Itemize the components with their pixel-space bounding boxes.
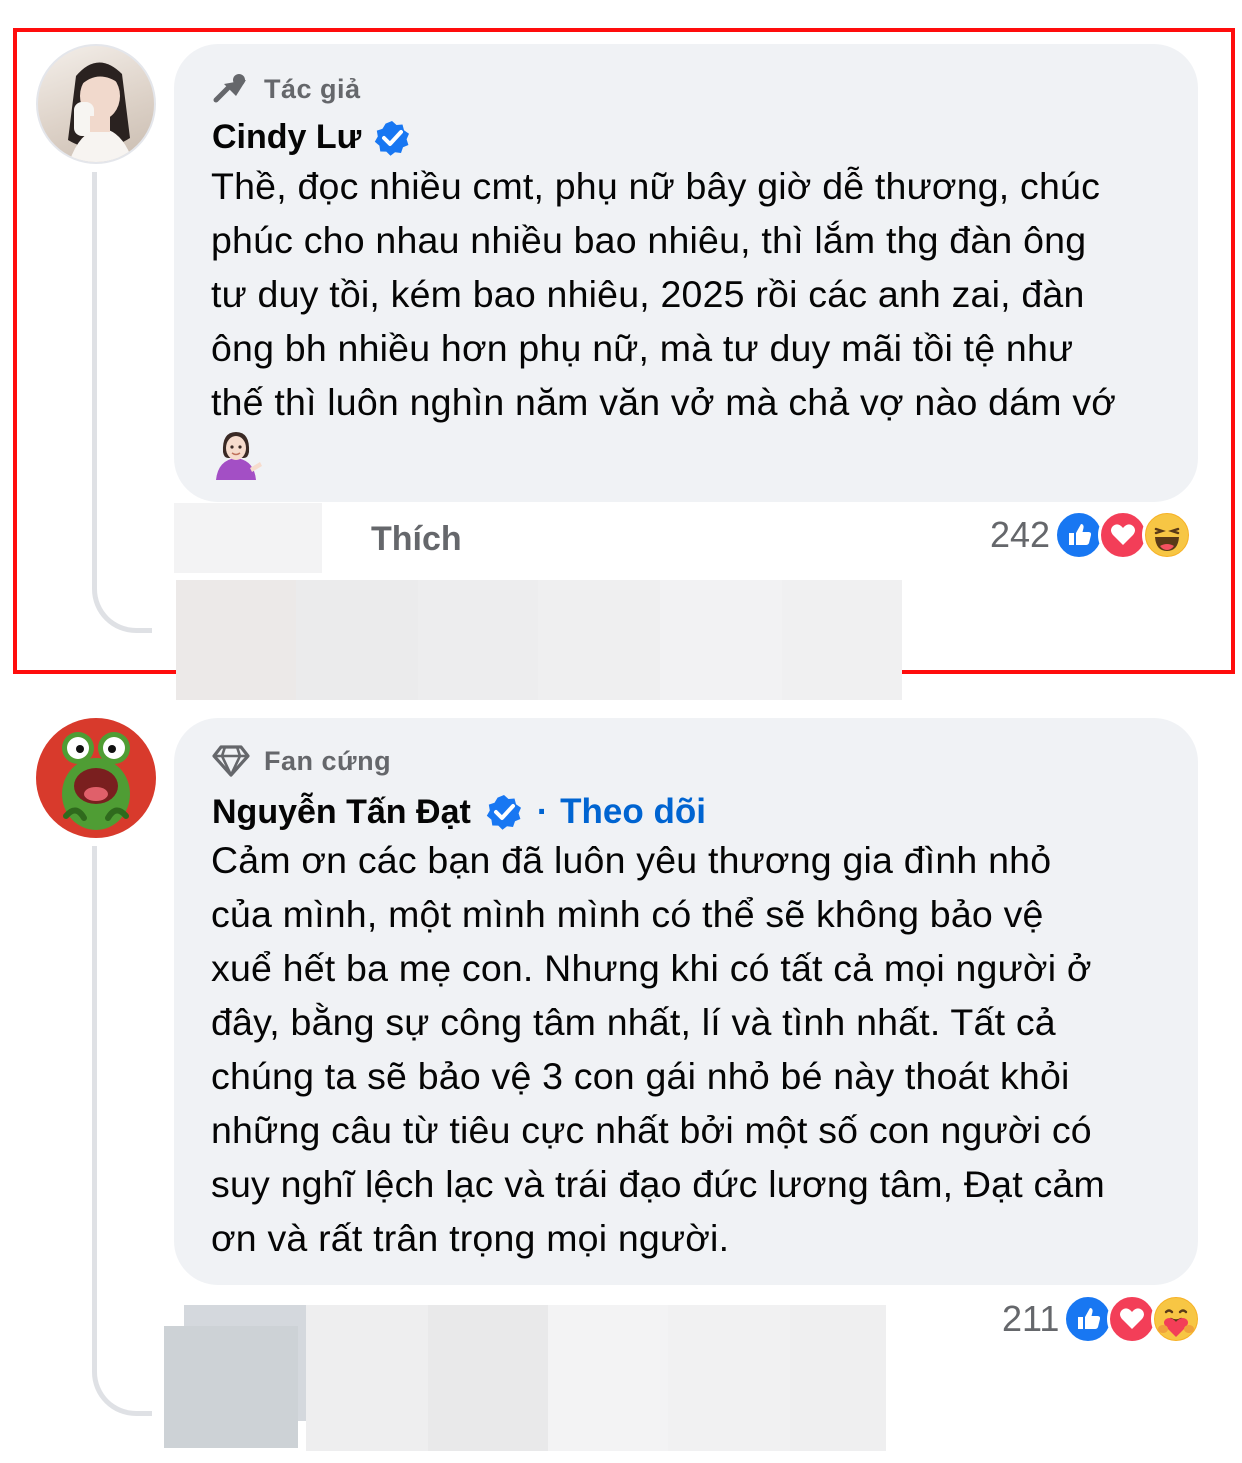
badge-row: Tác giả bbox=[212, 70, 361, 108]
megaphone-icon bbox=[212, 70, 250, 108]
reaction-summary[interactable]: 242 bbox=[990, 510, 1193, 560]
redacted-block bbox=[660, 580, 782, 700]
verified-badge-icon bbox=[373, 119, 411, 157]
badge-label: Fan cứng bbox=[264, 745, 392, 776]
care-reaction-icon bbox=[1151, 1294, 1202, 1344]
reaction-summary[interactable]: 211 bbox=[1002, 1294, 1202, 1344]
comment-bubble[interactable]: Fan cứng Nguyễn Tấn Đạt · Theo dõi Cảm ơ… bbox=[174, 718, 1198, 1285]
thread-line bbox=[92, 172, 152, 633]
redacted-block bbox=[418, 580, 538, 700]
verified-badge-icon bbox=[485, 793, 523, 831]
like-button[interactable]: Thích bbox=[371, 520, 462, 559]
avatar[interactable] bbox=[36, 718, 156, 838]
separator-dot: · bbox=[536, 792, 549, 831]
redacted-block bbox=[174, 503, 322, 573]
person-tipping-hand-emoji bbox=[210, 428, 262, 485]
comment-text: Thề, đọc nhiều cmt, phụ nữ bây giờ dễ th… bbox=[211, 165, 1117, 423]
author-row: Nguyễn Tấn Đạt · Theo dõi bbox=[212, 792, 706, 832]
comment-1: Tác giả Cindy Lư Thề, đọc nhiều cmt, phụ… bbox=[0, 0, 1242, 700]
avatar-portrait-image bbox=[68, 62, 133, 162]
redacted-block bbox=[296, 580, 418, 700]
redacted-block bbox=[176, 580, 296, 700]
author-row: Cindy Lư bbox=[212, 118, 411, 157]
reaction-count: 242 bbox=[990, 514, 1051, 555]
redacted-block bbox=[782, 580, 902, 700]
redacted-block bbox=[790, 1305, 886, 1451]
author-name[interactable]: Cindy Lư bbox=[212, 118, 361, 157]
frog-avatar-image bbox=[62, 732, 130, 830]
love-reaction-icon bbox=[1107, 1294, 1158, 1344]
comment-2: Fan cứng Nguyễn Tấn Đạt · Theo dõi Cảm ơ… bbox=[0, 700, 1242, 1463]
redacted-block bbox=[428, 1305, 548, 1451]
redacted-block bbox=[668, 1305, 790, 1451]
redacted-block bbox=[538, 580, 660, 700]
redacted-block bbox=[548, 1305, 668, 1451]
comment-text: Cảm ơn các bạn đã luôn yêu thương gia đì… bbox=[211, 839, 1105, 1259]
like-reaction-icon bbox=[1063, 1294, 1114, 1344]
redacted-block bbox=[306, 1305, 428, 1451]
follow-button[interactable]: Theo dõi bbox=[560, 792, 706, 832]
avatar[interactable] bbox=[36, 44, 156, 164]
comment-bubble[interactable]: Tác giả Cindy Lư Thề, đọc nhiều cmt, phụ… bbox=[174, 44, 1198, 502]
love-reaction-icon bbox=[1098, 510, 1149, 560]
diamond-icon bbox=[212, 744, 250, 778]
redacted-block bbox=[164, 1326, 298, 1448]
badge-label: Tác giả bbox=[264, 73, 361, 104]
haha-reaction-icon bbox=[1142, 510, 1193, 560]
author-name[interactable]: Nguyễn Tấn Đạt bbox=[212, 793, 471, 832]
like-reaction-icon bbox=[1054, 510, 1105, 560]
thread-line bbox=[92, 846, 152, 1416]
reaction-count: 211 bbox=[1002, 1298, 1060, 1339]
badge-row: Fan cứng bbox=[212, 744, 391, 778]
